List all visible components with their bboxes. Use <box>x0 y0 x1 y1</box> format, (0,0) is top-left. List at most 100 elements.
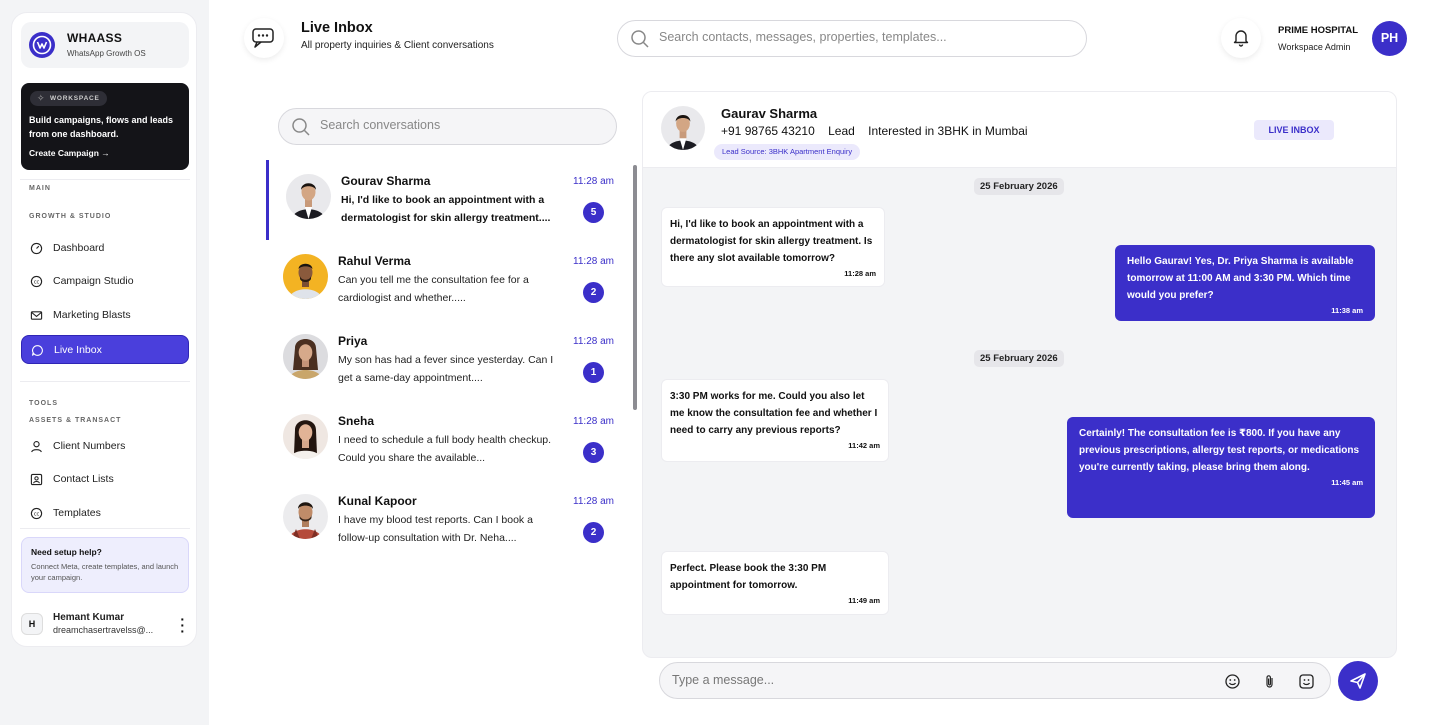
section-label-main: MAIN <box>29 185 51 192</box>
chat-panel: Gaurav Sharma +91 98765 43210 Lead Inter… <box>642 91 1397 658</box>
search-icon <box>292 118 310 136</box>
contact-name: Priya <box>338 334 368 348</box>
message-time: 11:28 am <box>573 176 614 187</box>
date-separator: 25 February 2026 <box>974 350 1064 367</box>
search-input[interactable] <box>659 30 1069 44</box>
date-separator: 25 February 2026 <box>974 178 1064 195</box>
user-email: dreamchasertravelss@... <box>53 625 154 635</box>
sidebar-item-contact-lists[interactable]: Contact Lists <box>21 465 189 494</box>
sparkle-icon: ✧ <box>37 93 46 103</box>
contact-name: Rahul Verma <box>338 254 411 268</box>
contact-name: Gourav Sharma <box>341 174 431 188</box>
mail-icon <box>30 311 43 320</box>
avatar: H <box>21 613 43 635</box>
contact-avatar <box>283 334 328 379</box>
sidebar-item-live-inbox[interactable]: Live Inbox <box>21 335 189 364</box>
svg-text:cc: cc <box>34 512 40 518</box>
brand-header[interactable]: WHAASS WhatsApp Growth OS <box>21 22 189 68</box>
contact-interest: Interested in 3BHK in Mumbai <box>868 124 1028 138</box>
workspace-headline: Build campaigns, flows and leads from on… <box>29 115 174 139</box>
message-time: 11:28 am <box>573 416 614 427</box>
message-bubble-outgoing: Certainly! The consultation fee is ₹800.… <box>1067 417 1375 518</box>
svg-text:cc: cc <box>34 280 40 286</box>
section-label-assets: ASSETS & TRANSACT <box>29 417 122 424</box>
unread-badge: 2 <box>583 282 604 303</box>
sidebar-item-label: Contact Lists <box>53 473 114 485</box>
help-text: Connect Meta, create templates, and laun… <box>31 562 179 582</box>
sidebar-item-dashboard[interactable]: Dashboard <box>21 234 189 263</box>
global-search[interactable] <box>617 20 1087 57</box>
sidebar-item-label: Templates <box>53 507 101 519</box>
message-time: 11:38 am <box>1331 306 1363 315</box>
campaign-icon: cc <box>30 275 43 288</box>
sidebar-item-label: Live Inbox <box>54 344 102 356</box>
chat-header: Gaurav Sharma +91 98765 43210 Lead Inter… <box>643 92 1396 168</box>
conversation-item[interactable]: Kunal Kapoor 11:28 am I have my blood te… <box>266 480 626 560</box>
notifications-button[interactable] <box>1221 18 1261 58</box>
message-text: Certainly! The consultation fee is ₹800.… <box>1079 428 1360 473</box>
message-composer <box>659 662 1331 699</box>
sidebar-item-client-numbers[interactable]: Client Numbers <box>21 432 189 461</box>
sidebar-item-marketing-blasts[interactable]: Marketing Blasts <box>21 301 189 330</box>
contact-phone: +91 98765 43210 <box>721 124 815 138</box>
message-text: Hello Gaurav! Yes, Dr. Priya Sharma is a… <box>1127 256 1354 301</box>
message-text: Perfect. Please book the 3:30 PM appoint… <box>670 563 827 591</box>
brand-logo-icon <box>29 32 55 58</box>
divider <box>20 381 190 382</box>
contact-status: Lead <box>828 124 855 138</box>
contacts-icon <box>30 473 43 486</box>
user-profile[interactable]: H Hemant Kumar dreamchasertravelss@... ·… <box>21 610 189 640</box>
sidebar-item-label: Campaign Studio <box>53 275 134 287</box>
conversation-list-scrollbar[interactable] <box>633 165 637 410</box>
contact-avatar <box>661 106 705 150</box>
attachment-icon[interactable] <box>1261 673 1278 690</box>
divider <box>20 179 190 180</box>
message-time: 11:42 am <box>848 441 880 450</box>
template-icon: cc <box>30 507 43 520</box>
sidebar-item-label: Marketing Blasts <box>53 309 131 321</box>
message-time: 11:28 am <box>573 256 614 267</box>
chat-contact-name: Gaurav Sharma <box>721 106 818 121</box>
chat-contact-meta: +91 98765 43210 Lead Interested in 3BHK … <box>721 124 1038 138</box>
message-bubble-outgoing: Hello Gaurav! Yes, Dr. Priya Sharma is a… <box>1115 245 1375 321</box>
arrow-right-icon: → <box>101 148 110 158</box>
setup-help-card[interactable]: Need setup help? Connect Meta, create te… <box>21 537 189 593</box>
conversation-item[interactable]: Sneha 11:28 am I need to schedule a full… <box>266 400 626 480</box>
contact-name: Sneha <box>338 414 375 428</box>
more-options-icon[interactable]: · · · <box>180 612 185 638</box>
dashboard-icon <box>30 242 43 255</box>
conversation-search-input[interactable] <box>320 118 600 132</box>
unread-badge: 2 <box>583 522 604 543</box>
conversation-search[interactable] <box>278 108 617 145</box>
message-time: 11:28 am <box>573 336 614 347</box>
workspace-badge: ✧ WORKSPACE <box>30 91 107 106</box>
divider <box>20 528 190 529</box>
message-preview: Hi, I'd like to book an appointment with… <box>341 194 551 224</box>
conversation-item[interactable]: Gourav Sharma 11:28 am Hi, I'd like to b… <box>266 160 626 240</box>
sidebar-item-label: Dashboard <box>53 242 105 254</box>
create-campaign-link[interactable]: Create Campaign → <box>29 148 110 158</box>
sidebar-item-campaign-studio[interactable]: cc Campaign Studio <box>21 267 189 296</box>
message-input[interactable] <box>672 673 1212 687</box>
section-label-tools: TOOLS <box>29 400 58 407</box>
inbox-chat-icon <box>244 18 284 58</box>
sidebar-item-templates[interactable]: cc Templates <box>21 499 189 528</box>
send-button[interactable] <box>1338 661 1378 701</box>
conversation-item[interactable]: Rahul Verma 11:28 am Can you tell me the… <box>266 240 626 320</box>
contact-name: Kunal Kapoor <box>338 494 417 508</box>
workspace-card: ✧ WORKSPACE Build campaigns, flows and le… <box>21 83 189 170</box>
help-title: Need setup help? <box>31 547 102 557</box>
sticker-icon[interactable] <box>1298 673 1315 690</box>
bell-icon <box>1233 30 1249 47</box>
message-text: 3:30 PM works for me. Could you also let… <box>670 391 878 436</box>
contact-avatar <box>286 174 331 219</box>
org-avatar[interactable]: PH <box>1372 21 1407 56</box>
message-preview: I need to schedule a full body health ch… <box>338 434 552 464</box>
conversation-item[interactable]: Priya 11:28 am My son has had a fever si… <box>266 320 626 400</box>
message-preview: Can you tell me the consultation fee for… <box>338 274 529 304</box>
message-time: 11:28 am <box>573 496 614 507</box>
message-preview: My son has had a fever since yesterday. … <box>338 354 554 384</box>
emoji-icon[interactable] <box>1224 673 1241 690</box>
unread-badge: 5 <box>583 202 604 223</box>
unread-badge: 1 <box>583 362 604 383</box>
